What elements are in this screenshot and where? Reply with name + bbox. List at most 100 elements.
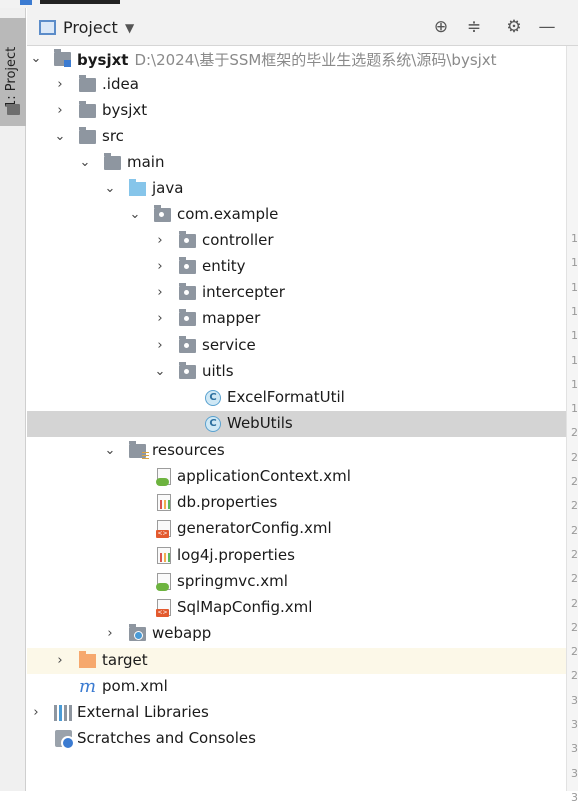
- package-icon: [154, 205, 171, 222]
- chevron-right-icon[interactable]: ›: [103, 621, 117, 647]
- tree-node-label: src: [102, 127, 124, 145]
- tree-node-label: entity: [202, 257, 246, 275]
- tree-node-log4j[interactable]: log4j.properties: [27, 543, 566, 569]
- chevron-down-icon[interactable]: ⌄: [103, 176, 117, 202]
- tree-node-resources[interactable]: ⌄ resources: [27, 438, 566, 464]
- tree-node-label: pom.xml: [102, 677, 168, 695]
- chevron-down-icon[interactable]: ⌄: [29, 46, 43, 72]
- chevron-right-icon[interactable]: ›: [153, 254, 167, 280]
- tree-node-webapp[interactable]: › webapp: [27, 621, 566, 647]
- project-view-icon: [39, 20, 56, 35]
- chevron-down-icon[interactable]: ⌄: [53, 124, 67, 150]
- app-icon-fragment: [20, 0, 32, 5]
- gutter-digit: 2: [571, 669, 578, 683]
- gutter-digit: 2: [571, 523, 578, 537]
- excluded-folder-icon: [79, 651, 96, 668]
- project-view-selector[interactable]: Project: [63, 18, 118, 37]
- tree-node-label: webapp: [152, 624, 212, 642]
- tree-node-db-properties[interactable]: db.properties: [27, 490, 566, 516]
- tree-node-generatorconfig[interactable]: <> generatorConfig.xml: [27, 516, 566, 542]
- tree-node-label: controller: [202, 231, 274, 249]
- tree-node-service[interactable]: › service: [27, 333, 566, 359]
- tree-node-java[interactable]: ⌄ java: [27, 176, 566, 202]
- settings-icon[interactable]: ⚙: [503, 16, 525, 38]
- chevron-right-icon[interactable]: ›: [153, 228, 167, 254]
- chevron-right-icon[interactable]: ›: [153, 306, 167, 332]
- left-tool-strip: 1: Project: [0, 8, 26, 791]
- source-folder-icon: [129, 179, 146, 196]
- tree-node-springmvc[interactable]: springmvc.xml: [27, 569, 566, 595]
- tree-node-uitls[interactable]: ⌄ uitls: [27, 359, 566, 385]
- tree-node-idea[interactable]: › .idea: [27, 72, 566, 98]
- tree-node-src[interactable]: ⌄ src: [27, 124, 566, 150]
- project-tool-tab[interactable]: 1: Project: [0, 18, 26, 126]
- tree-node-label: db.properties: [177, 493, 278, 511]
- gutter-digit: 3: [571, 718, 578, 731]
- folder-icon: [104, 153, 121, 170]
- tree-node-com-example[interactable]: ⌄ com.example: [27, 202, 566, 228]
- gutter-digit: 2: [571, 499, 578, 513]
- package-icon: [179, 231, 196, 248]
- tree-node-excelformatutil[interactable]: C ExcelFormatUtil: [27, 385, 566, 411]
- tree-node-mapper[interactable]: › mapper: [27, 306, 566, 332]
- java-class-icon: C: [205, 416, 221, 432]
- tree-node-intercepter[interactable]: › intercepter: [27, 280, 566, 306]
- package-icon: [179, 257, 196, 274]
- gutter-digit: 2: [571, 547, 578, 561]
- chevron-right-icon[interactable]: ›: [153, 333, 167, 359]
- hide-icon[interactable]: —: [536, 16, 558, 38]
- chevron-right-icon[interactable]: ›: [153, 280, 167, 306]
- xml-file-icon: <>: [156, 520, 171, 538]
- tree-node-label: resources: [152, 441, 225, 459]
- tree-node-scratches[interactable]: Scratches and Consoles: [27, 726, 566, 752]
- project-tree: ⌄ bysjxt D:\2024\基于SSM框架的毕业生选题系统\源码\bysjx…: [27, 46, 578, 791]
- chevron-down-icon[interactable]: ⌄: [153, 359, 167, 385]
- tree-node-webutils[interactable]: C WebUtils: [27, 411, 566, 437]
- tree-node-label: External Libraries: [77, 703, 209, 721]
- tree-node-sqlmapconfig[interactable]: <> SqlMapConfig.xml: [27, 595, 566, 621]
- editor-gutter-edge: 1 1 1 1 1 1 1 1 2 2 2 2 2 2 2 2 2 2 2 3 3 3 3 3: [566, 46, 578, 804]
- tree-node-applicationcontext[interactable]: applicationContext.xml: [27, 464, 566, 490]
- collapse-all-icon[interactable]: ≑: [463, 16, 485, 38]
- chevron-down-icon[interactable]: ⌄: [128, 202, 142, 228]
- tree-node-label: target: [102, 651, 148, 669]
- tree-node-label: main: [127, 153, 165, 171]
- tree-node-label: mapper: [202, 309, 261, 327]
- folder-icon: [79, 75, 96, 92]
- spring-xml-file-icon: [156, 573, 171, 591]
- tree-node-target[interactable]: › target: [27, 648, 566, 674]
- tree-node-entity[interactable]: › entity: [27, 254, 566, 280]
- chevron-right-icon[interactable]: ›: [53, 648, 67, 674]
- chevron-down-icon[interactable]: ⌄: [78, 150, 92, 176]
- tree-node-controller[interactable]: › controller: [27, 228, 566, 254]
- folder-icon: [79, 127, 96, 144]
- gutter-digit: 2: [571, 426, 578, 440]
- tree-node-external-libraries[interactable]: › External Libraries: [27, 700, 566, 726]
- chevron-right-icon[interactable]: ›: [53, 72, 67, 98]
- libraries-icon: [54, 705, 72, 721]
- scratches-icon: [55, 730, 75, 750]
- tree-node-label: Scratches and Consoles: [77, 729, 256, 747]
- chevron-down-icon[interactable]: ▼: [125, 21, 134, 35]
- web-folder-icon: [129, 624, 146, 641]
- locate-icon[interactable]: ⊕: [430, 16, 452, 38]
- tree-node-pom[interactable]: m pom.xml: [27, 674, 566, 700]
- tree-node-label: intercepter: [202, 283, 285, 301]
- chevron-right-icon[interactable]: ›: [29, 700, 43, 726]
- tree-node-label: service: [202, 336, 256, 354]
- gutter-digit: 1: [571, 256, 578, 270]
- package-icon: [179, 283, 196, 300]
- tree-node-bysjxt[interactable]: › bysjxt: [27, 98, 566, 124]
- gutter-digit: 1: [571, 304, 578, 318]
- tree-node-main[interactable]: ⌄ main: [27, 150, 566, 176]
- chevron-right-icon[interactable]: ›: [53, 98, 67, 124]
- gutter-digit: 2: [571, 620, 578, 634]
- chevron-down-icon[interactable]: ⌄: [103, 438, 117, 464]
- tree-node-label: java: [152, 179, 184, 197]
- package-icon: [179, 336, 196, 353]
- properties-file-icon: [157, 494, 171, 511]
- gutter-digit: 1: [571, 377, 578, 391]
- gutter-digit: 2: [571, 450, 578, 464]
- tree-node-root[interactable]: ⌄ bysjxt D:\2024\基于SSM框架的毕业生选题系统\源码\bysjx…: [27, 46, 566, 72]
- tree-node-label: ExcelFormatUtil: [227, 388, 345, 406]
